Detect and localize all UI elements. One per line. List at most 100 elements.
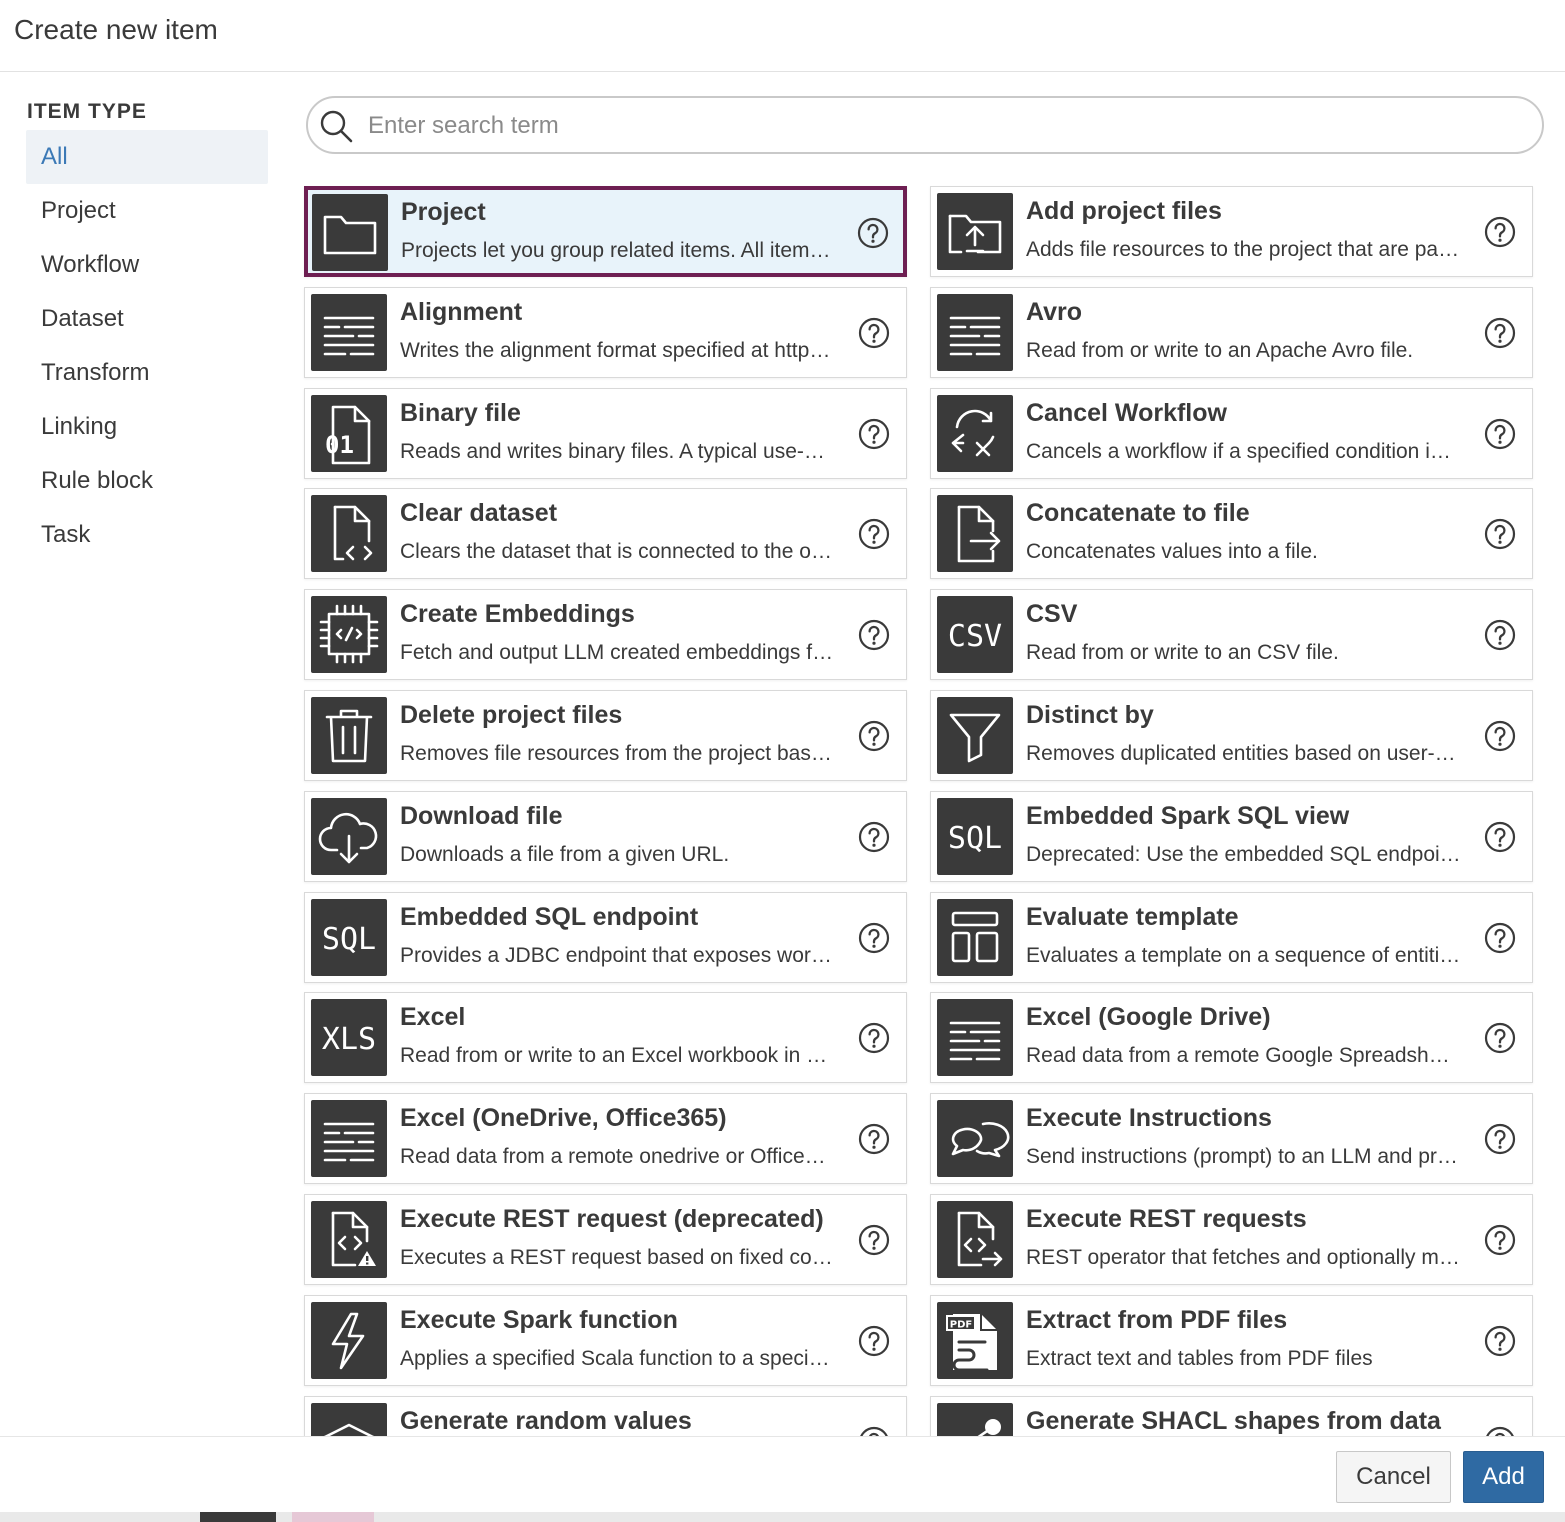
- svg-text:01: 01: [325, 431, 354, 459]
- item-name: Avro: [1026, 298, 1083, 326]
- help-icon[interactable]: [1484, 619, 1516, 651]
- background-tag-fragment: [292, 1512, 374, 1522]
- item-name: Alignment: [400, 298, 523, 326]
- help-icon[interactable]: [1484, 720, 1516, 752]
- help-icon[interactable]: [858, 619, 890, 651]
- item-card-embedded-sql-endpoint[interactable]: SQL Embedded SQL endpoint Provides a JDBC …: [304, 892, 907, 983]
- help-icon[interactable]: [858, 821, 890, 853]
- item-name: Download file: [400, 802, 563, 830]
- help-icon[interactable]: [1484, 518, 1516, 550]
- item-card-binary-file[interactable]: 01 Binary file Reads and writes binary fil…: [304, 388, 907, 479]
- item-card-project[interactable]: Project Projects let you group related it…: [304, 186, 907, 277]
- help-icon[interactable]: [1484, 1224, 1516, 1256]
- help-icon[interactable]: [1484, 1123, 1516, 1155]
- template-icon: [937, 899, 1013, 976]
- item-name: Excel (Google Drive): [1026, 1003, 1271, 1031]
- item-card-generate-shacl-shapes-from-data[interactable]: Generate SHACL shapes from data: [930, 1396, 1533, 1436]
- help-icon[interactable]: [858, 720, 890, 752]
- item-name: Binary file: [400, 399, 521, 427]
- item-description: Deprecated: Use the embedded SQL endpoin…: [1026, 843, 1461, 866]
- text-SQL-icon: SQL: [311, 899, 387, 976]
- funnel-icon: [937, 697, 1013, 774]
- help-icon[interactable]: [858, 1426, 890, 1436]
- item-name: Distinct by: [1026, 701, 1154, 729]
- lines-icon: [311, 294, 387, 371]
- item-description: Provides a JDBC endpoint that exposes wo…: [400, 944, 835, 967]
- help-icon[interactable]: [1484, 317, 1516, 349]
- item-card-execute-rest-requests[interactable]: Execute REST requests REST operator that …: [930, 1194, 1533, 1285]
- help-icon[interactable]: [1484, 216, 1516, 248]
- cloud-download-icon: [311, 798, 387, 875]
- help-icon[interactable]: [858, 518, 890, 550]
- item-description: Applies a specified Scala function to a …: [400, 1347, 835, 1370]
- item-card-delete-project-files[interactable]: Delete project files Removes file resourc…: [304, 690, 907, 781]
- item-card-excel-google-drive[interactable]: Excel (Google Drive) Read data from a rem…: [930, 992, 1533, 1083]
- item-name: Clear dataset: [400, 499, 558, 527]
- help-icon[interactable]: [857, 217, 889, 249]
- item-name: CSV: [1026, 600, 1078, 628]
- help-icon[interactable]: [858, 317, 890, 349]
- help-icon[interactable]: [858, 1123, 890, 1155]
- item-card-execute-instructions[interactable]: Execute Instructions Send instructions (p…: [930, 1093, 1533, 1184]
- item-card-excel[interactable]: XLS Excel Read from or write to an Excel w…: [304, 992, 907, 1083]
- file-code-warning-icon: [311, 1201, 387, 1278]
- item-card-create-embeddings[interactable]: Create Embeddings Fetch and output LLM cr…: [304, 589, 907, 680]
- chip-icon: [311, 596, 387, 673]
- svg-text:PDF: PDF: [950, 1320, 972, 1331]
- svg-text:CSV: CSV: [948, 619, 1002, 654]
- text-CSV-icon: CSV: [937, 596, 1013, 673]
- item-grid: Project Projects let you group related it…: [0, 0, 1565, 1436]
- item-card-execute-spark-function[interactable]: Execute Spark function Applies a specifie…: [304, 1295, 907, 1386]
- item-description: Read from or write to an Apache Avro fil…: [1026, 339, 1414, 362]
- chat-icon: [937, 1100, 1013, 1177]
- item-card-evaluate-template[interactable]: Evaluate template Evaluates a template on…: [930, 892, 1533, 983]
- item-description: REST operator that fetches and optionall…: [1026, 1246, 1461, 1269]
- item-card-embedded-spark-sql-view[interactable]: SQL Embedded Spark SQL view Deprecated: Us…: [930, 791, 1533, 882]
- item-card-add-project-files[interactable]: Add project files Adds file resources to …: [930, 186, 1533, 277]
- lines-icon: [937, 999, 1013, 1076]
- help-icon[interactable]: [1484, 1022, 1516, 1054]
- item-card-execute-rest-request-deprecated[interactable]: Execute REST request (deprecated) Execute…: [304, 1194, 907, 1285]
- help-icon[interactable]: [858, 1224, 890, 1256]
- help-icon[interactable]: [1484, 418, 1516, 450]
- item-description: Reads and writes binary files. A typical…: [400, 440, 835, 463]
- item-name: Delete project files: [400, 701, 623, 729]
- help-icon[interactable]: [858, 1325, 890, 1357]
- item-description: Adds file resources to the project that …: [1026, 238, 1461, 261]
- lines-icon: [311, 1100, 387, 1177]
- item-description: Concatenates values into a file.: [1026, 540, 1318, 563]
- help-icon[interactable]: [858, 1022, 890, 1054]
- help-icon[interactable]: [858, 922, 890, 954]
- cancel-workflow-icon: [937, 395, 1013, 472]
- item-card-clear-dataset[interactable]: Clear dataset Clears the dataset that is …: [304, 488, 907, 579]
- item-card-concatenate-to-file[interactable]: Concatenate to file Concatenates values i…: [930, 488, 1533, 579]
- item-name: Evaluate template: [1026, 903, 1239, 931]
- item-card-csv[interactable]: CSV CSV Read from or write to an CSV file.: [930, 589, 1533, 680]
- folder-upload-icon: [937, 193, 1013, 270]
- help-icon[interactable]: [1484, 1325, 1516, 1357]
- item-card-avro[interactable]: Avro Read from or write to an Apache Avro…: [930, 287, 1533, 378]
- item-description: Read data from a remote onedrive or Offi…: [400, 1145, 835, 1168]
- help-icon[interactable]: [1484, 922, 1516, 954]
- item-description: Executes a REST request based on fixed c…: [400, 1246, 835, 1269]
- item-card-excel-onedrive-office365[interactable]: Excel (OneDrive, Office365) Read data fro…: [304, 1093, 907, 1184]
- item-card-generate-random-values[interactable]: Generate random values: [304, 1396, 907, 1436]
- item-card-download-file[interactable]: Download file Downloads a file from a giv…: [304, 791, 907, 882]
- item-card-extract-from-pdf-files[interactable]: PDF Extract from PDF files Extract text an…: [930, 1295, 1533, 1386]
- item-card-alignment[interactable]: Alignment Writes the alignment format spe…: [304, 287, 907, 378]
- item-description: Cancels a workflow if a specified condit…: [1026, 440, 1461, 463]
- binary-file-icon: 01: [311, 395, 387, 472]
- text-SQL-icon: SQL: [937, 798, 1013, 875]
- cancel-button[interactable]: Cancel: [1336, 1451, 1451, 1503]
- file-code-icon: [311, 495, 387, 572]
- item-name: Cancel Workflow: [1026, 399, 1227, 427]
- item-description: Read from or write to an CSV file.: [1026, 641, 1339, 664]
- item-name: Execute REST request (deprecated): [400, 1205, 824, 1233]
- item-card-distinct-by[interactable]: Distinct by Removes duplicated entities b…: [930, 690, 1533, 781]
- help-icon[interactable]: [858, 418, 890, 450]
- help-icon[interactable]: [1484, 821, 1516, 853]
- help-icon[interactable]: [1484, 1426, 1516, 1436]
- add-button[interactable]: Add: [1463, 1451, 1544, 1503]
- item-card-cancel-workflow[interactable]: Cancel Workflow Cancels a workflow if a s…: [930, 388, 1533, 479]
- item-name: Execute Instructions: [1026, 1104, 1272, 1132]
